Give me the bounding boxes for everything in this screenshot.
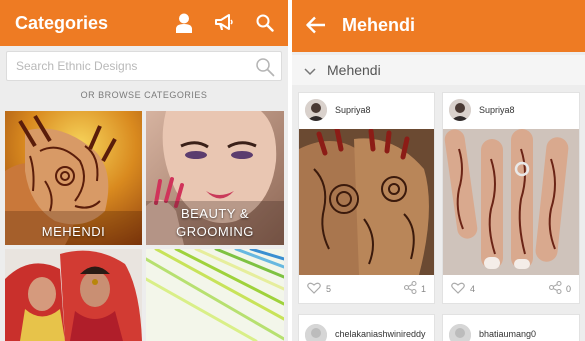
categories-screen: Categories Search Ethnic Designs OR BROW… — [0, 0, 288, 341]
like-count: 4 — [470, 284, 476, 294]
category-label-line1: BEAUTY & — [180, 206, 250, 221]
post-username[interactable]: Supriya8 — [335, 105, 371, 115]
mehendi-hands-image — [299, 129, 434, 275]
post-card[interactable]: Supriya8 — [298, 92, 435, 304]
page-title: Categories — [15, 12, 109, 33]
avatar[interactable] — [305, 99, 327, 121]
search-icon[interactable] — [256, 14, 274, 37]
post-card[interactable]: Supriya8 — [442, 92, 580, 304]
category-tile-fabrics[interactable] — [146, 249, 284, 341]
search-field-icon[interactable] — [255, 57, 275, 82]
filter-label: Mehendi — [327, 62, 381, 78]
app-bar: Categories — [0, 0, 288, 46]
post-username[interactable]: chelakaniashwinireddy — [335, 329, 426, 339]
app-screenshot: Categories Search Ethnic Designs OR BROW… — [0, 0, 585, 341]
category-label: MEHENDI — [41, 224, 106, 239]
mehendi-fingers-image — [443, 129, 579, 275]
post-card[interactable]: bhatiaumang0 — [442, 314, 580, 341]
share-count: 0 — [565, 283, 571, 294]
chevron-down-icon — [304, 64, 316, 82]
bridal-image — [5, 249, 142, 341]
post-image[interactable] — [443, 129, 579, 275]
user-icon[interactable] — [176, 13, 192, 38]
category-label-line2: GROOMING — [176, 224, 254, 239]
share-count: 1 — [420, 283, 426, 294]
app-bar: Mehendi — [292, 0, 585, 52]
share-control[interactable]: 1 — [403, 280, 426, 296]
browse-categories-label: OR BROWSE CATEGORIES — [80, 90, 208, 100]
post-card[interactable]: chelakaniashwinireddy — [298, 314, 435, 341]
like-count: 5 — [326, 284, 332, 294]
back-arrow-icon[interactable] — [306, 16, 326, 39]
share-icon[interactable] — [403, 280, 417, 296]
like-control[interactable]: 5 — [307, 282, 331, 296]
search-input[interactable]: Search Ethnic Designs — [6, 51, 282, 81]
avatar[interactable] — [305, 324, 327, 341]
app-bar-actions — [176, 13, 274, 38]
fabric-image — [146, 249, 284, 341]
search-placeholder: Search Ethnic Designs — [16, 59, 138, 73]
heart-icon[interactable] — [451, 282, 465, 296]
category-tile-mehendi[interactable]: MEHENDI — [5, 111, 142, 245]
avatar[interactable] — [449, 324, 471, 341]
post-username[interactable]: bhatiaumang0 — [479, 329, 536, 339]
category-tile-beauty-grooming[interactable]: BEAUTY & GROOMING — [146, 111, 284, 245]
category-label: BEAUTY & GROOMING — [146, 205, 284, 241]
megaphone-icon[interactable] — [214, 14, 234, 37]
share-control[interactable]: 0 — [548, 280, 571, 296]
like-control[interactable]: 4 — [451, 282, 475, 296]
post-image[interactable] — [299, 129, 434, 275]
category-tile-bridal[interactable] — [5, 249, 142, 341]
post-username[interactable]: Supriya8 — [479, 105, 515, 115]
mehendi-screen: Mehendi Mehendi Supriya8 5 1 Supriya8 4 … — [292, 0, 585, 341]
category-filter-dropdown[interactable]: Mehendi — [292, 55, 585, 85]
avatar[interactable] — [449, 99, 471, 121]
heart-icon[interactable] — [307, 282, 321, 296]
page-title: Mehendi — [342, 15, 416, 35]
share-icon[interactable] — [548, 280, 562, 296]
